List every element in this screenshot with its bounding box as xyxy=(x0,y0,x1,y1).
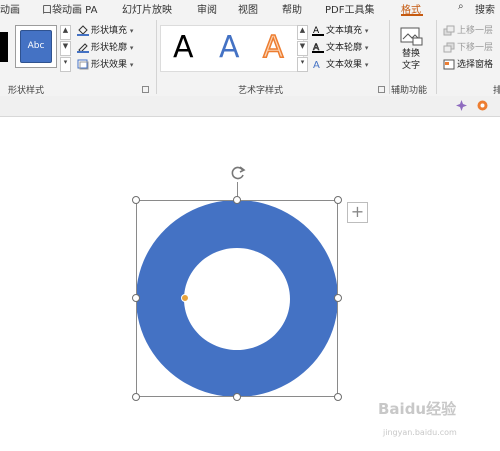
search-icon[interactable]: ⌕ xyxy=(458,1,464,12)
send-backward-button[interactable]: 下移一层 xyxy=(443,41,493,55)
shape-effect-label: 形状效果 xyxy=(91,60,128,70)
shape-fill-label: 形状填充 xyxy=(91,26,128,36)
resize-handle-bottom-left[interactable] xyxy=(132,393,140,401)
tab-view[interactable]: 视图 xyxy=(238,1,258,16)
alt-text-label-line2: 文字 xyxy=(401,61,420,71)
tab-pdf-tools[interactable]: PDF工具集 xyxy=(325,1,374,16)
accessibility-group-label: 辅助功能 xyxy=(391,86,428,96)
group-divider xyxy=(389,20,390,94)
arrange-group-label: 排 xyxy=(493,86,500,96)
resize-handle-top-left[interactable] xyxy=(132,196,140,204)
magic-icon[interactable] xyxy=(455,99,468,115)
chevron-down-icon: ▾ xyxy=(364,27,369,35)
group-divider xyxy=(156,20,157,94)
dialog-launcher-icon[interactable] xyxy=(378,86,385,93)
text-effect-label: 文本效果 xyxy=(326,60,363,70)
alt-text-button[interactable]: 替换 文字 xyxy=(396,26,426,72)
watermark-url: jingyan.baidu.com xyxy=(383,428,457,437)
shape-outline-label: 形状轮廓 xyxy=(91,43,128,53)
wordart-more-icon[interactable]: ▾ xyxy=(297,57,308,72)
adjust-handle[interactable] xyxy=(181,294,189,302)
shape-outline-button[interactable]: 形状轮廓 ▾ xyxy=(77,41,133,55)
ribbon-tab-bar: 动画 口袋动画 PA 幻灯片放映 审阅 视图 帮助 PDF工具集 格式 ⌕ 搜索 xyxy=(0,0,500,16)
alt-text-label-line1: 替换 xyxy=(401,49,420,59)
resize-handle-left[interactable] xyxy=(132,294,140,302)
paint-bucket-icon xyxy=(77,25,89,36)
bring-forward-label: 上移一层 xyxy=(457,26,494,36)
chevron-down-icon: ▾ xyxy=(129,27,134,35)
text-outline-icon: A xyxy=(312,42,324,53)
shape-style-black-swatch[interactable] xyxy=(0,32,8,62)
wordart-gallery[interactable]: A A A xyxy=(160,25,304,72)
watermark-logo: Baidu经验 xyxy=(378,400,457,418)
chevron-down-icon: ▾ xyxy=(364,44,369,52)
tab-slideshow[interactable]: 幻灯片放映 xyxy=(122,1,172,16)
chevron-down-icon: ▾ xyxy=(364,61,369,69)
resize-handle-bottom-right[interactable] xyxy=(334,393,342,401)
wordart-sample-black[interactable]: A xyxy=(173,30,194,66)
resize-handle-top-right[interactable] xyxy=(334,196,342,204)
shape-fill-button[interactable]: 形状填充 ▾ xyxy=(77,24,133,38)
text-effect-button[interactable]: A 文本效果 ▾ xyxy=(312,58,368,72)
alt-text-icon xyxy=(396,26,426,48)
bring-forward-button[interactable]: 上移一层 xyxy=(443,24,493,38)
tab-review[interactable]: 审阅 xyxy=(197,1,217,16)
selection-pane-button[interactable]: 选择窗格 xyxy=(443,58,493,72)
selection-pane-icon xyxy=(443,59,455,70)
shape-style-sample: Abc xyxy=(20,30,52,63)
text-outline-label: 文本轮廓 xyxy=(326,43,363,53)
wordart-sample-orange-outline[interactable]: A xyxy=(262,29,284,66)
wordart-styles-group-label: 艺术字样式 xyxy=(238,86,284,96)
resize-handle-bottom[interactable] xyxy=(233,393,241,401)
wordart-scroll-down-icon[interactable]: ▼ xyxy=(297,41,308,56)
text-fill-label: 文本填充 xyxy=(326,26,363,36)
gallery-scroll-down-icon[interactable]: ▼ xyxy=(60,41,71,56)
chevron-down-icon: ▾ xyxy=(129,61,134,69)
tab-pocket-animation[interactable]: 口袋动画 PA xyxy=(42,1,97,16)
send-backward-icon xyxy=(443,42,455,53)
tab-help[interactable]: 帮助 xyxy=(282,1,302,16)
layout-options-button[interactable]: + xyxy=(347,202,368,223)
selection-frame xyxy=(136,200,338,397)
rotate-handle-icon[interactable] xyxy=(228,163,248,183)
tab-animations[interactable]: 动画 xyxy=(0,1,20,16)
resize-handle-right[interactable] xyxy=(334,294,342,302)
search-label[interactable]: 搜索 xyxy=(475,1,495,16)
group-divider xyxy=(436,20,437,94)
wordart-scroll-up-icon[interactable]: ▲ xyxy=(297,25,308,40)
wordart-sample-blue[interactable]: A xyxy=(219,30,240,66)
text-fill-icon: A xyxy=(312,25,324,36)
text-outline-button[interactable]: A 文本轮廓 ▾ xyxy=(312,41,368,55)
send-backward-label: 下移一层 xyxy=(457,43,494,53)
text-fill-button[interactable]: A 文本填充 ▾ xyxy=(312,24,368,38)
pencil-icon xyxy=(77,42,89,53)
bring-forward-icon xyxy=(443,25,455,36)
shape-effect-icon xyxy=(77,59,89,70)
settings-icon[interactable] xyxy=(476,99,489,115)
selection-pane-label: 选择窗格 xyxy=(457,60,494,70)
resize-handle-top[interactable] xyxy=(233,196,241,204)
svg-text:A: A xyxy=(313,60,320,70)
gallery-scroll-up-icon[interactable]: ▲ xyxy=(60,25,71,40)
quick-toolbar xyxy=(0,96,500,117)
shape-styles-group-label: 形状样式 xyxy=(8,86,45,96)
shape-style-selected-swatch[interactable]: Abc xyxy=(15,25,57,68)
dialog-launcher-icon[interactable] xyxy=(142,86,149,93)
text-effect-icon: A xyxy=(312,59,324,71)
gallery-more-icon[interactable]: ▾ xyxy=(60,57,71,72)
chevron-down-icon: ▾ xyxy=(129,44,134,52)
shape-effect-button[interactable]: 形状效果 ▾ xyxy=(77,58,133,72)
